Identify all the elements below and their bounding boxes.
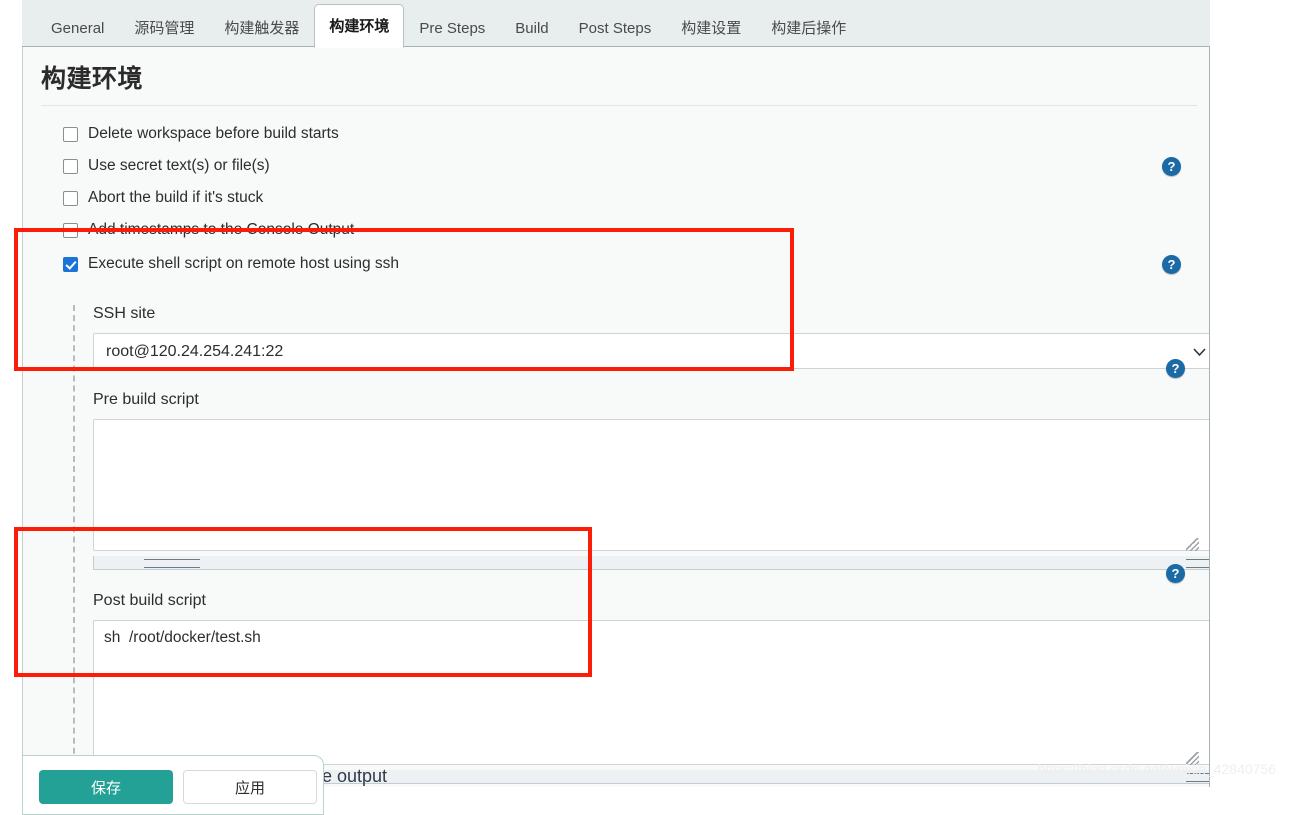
tab-post-steps[interactable]: Post Steps bbox=[564, 8, 667, 48]
checkbox-abort-stuck-build[interactable] bbox=[63, 190, 78, 206]
option-label-execute-shell-ssh: Execute shell script on remote host usin… bbox=[88, 255, 400, 272]
option-row-abort-stuck-build[interactable]: Abort the build if it's stuck bbox=[23, 182, 1209, 214]
tab-list: General 源码管理 构建触发器 构建环境 Pre Steps Build … bbox=[22, 0, 1210, 48]
help-icon-execute-shell-ssh[interactable]: ? bbox=[1162, 254, 1181, 274]
tab-build-environment[interactable]: 构建环境 bbox=[314, 4, 405, 48]
build-environment-options: Delete workspace before build starts Use… bbox=[23, 118, 1209, 282]
page-title: 构建环境 bbox=[41, 65, 144, 93]
option-label-abort-stuck-build: Abort the build if it's stuck bbox=[88, 189, 264, 206]
tab-build[interactable]: Build bbox=[500, 8, 563, 48]
pre-build-script-wrapper bbox=[93, 419, 1209, 556]
option-row-add-timestamps[interactable]: Add timestamps to the Console Output bbox=[23, 214, 1209, 246]
post-build-script-label: Post build script bbox=[93, 592, 206, 609]
build-environment-panel: 构建环境 Delete workspace before build start… bbox=[22, 47, 1210, 787]
tab-post-build-actions[interactable]: 构建后操作 bbox=[756, 8, 861, 48]
occluded-console-output-label: e output bbox=[322, 766, 388, 786]
title-divider bbox=[41, 105, 1197, 106]
pre-build-script-label: Pre build script bbox=[93, 391, 199, 408]
option-label-add-timestamps: Add timestamps to the Console Output bbox=[88, 221, 355, 238]
tab-bar: General 源码管理 构建触发器 构建环境 Pre Steps Build … bbox=[22, 0, 1210, 48]
ssh-config-block: SSH site root@120.24.254.241:22 Pre buil… bbox=[73, 305, 1209, 784]
tab-source-management[interactable]: 源码管理 bbox=[119, 8, 209, 48]
checkbox-execute-shell-ssh[interactable] bbox=[63, 256, 78, 272]
option-label-use-secret-text: Use secret text(s) or file(s) bbox=[88, 157, 270, 174]
help-icon-post-build-script[interactable]: ? bbox=[1166, 564, 1185, 583]
post-build-script-wrapper: sh /root/docker/test.sh bbox=[93, 620, 1209, 770]
csdn-watermark: https://blog.csdn.net/weixin_42840756 bbox=[1037, 761, 1276, 777]
tab-pre-steps[interactable]: Pre Steps bbox=[404, 8, 500, 48]
ssh-site-select[interactable]: root@120.24.254.241:22 bbox=[93, 333, 1209, 369]
floating-save-bar: 保存 应用 bbox=[22, 755, 324, 815]
apply-button[interactable]: 应用 bbox=[183, 770, 317, 804]
checkbox-delete-workspace[interactable] bbox=[63, 126, 78, 142]
tab-build-settings[interactable]: 构建设置 bbox=[666, 8, 756, 48]
ssh-site-label: SSH site bbox=[93, 305, 156, 322]
pre-build-scroll-end[interactable] bbox=[1186, 559, 1209, 568]
option-row-delete-workspace[interactable]: Delete workspace before build starts bbox=[23, 118, 1209, 150]
checkbox-add-timestamps[interactable] bbox=[63, 222, 78, 238]
tab-build-triggers[interactable]: 构建触发器 bbox=[209, 8, 314, 48]
post-build-script-textarea[interactable]: sh /root/docker/test.sh bbox=[93, 620, 1209, 765]
ssh-site-select-wrapper: root@120.24.254.241:22 bbox=[93, 333, 1209, 369]
option-row-execute-shell-ssh[interactable]: Execute shell script on remote host usin… bbox=[23, 246, 1209, 282]
tab-general[interactable]: General bbox=[36, 8, 119, 48]
option-row-use-secret-text[interactable]: Use secret text(s) or file(s) ? bbox=[23, 150, 1209, 182]
pre-build-script-textarea[interactable] bbox=[93, 419, 1209, 551]
save-button[interactable]: 保存 bbox=[39, 770, 173, 804]
help-icon-pre-build-script[interactable]: ? bbox=[1166, 359, 1185, 378]
pre-build-scroll-thumb[interactable] bbox=[144, 559, 200, 568]
option-label-delete-workspace: Delete workspace before build starts bbox=[88, 125, 339, 142]
pre-build-script-hscrollbar[interactable] bbox=[93, 556, 1209, 570]
checkbox-use-secret-text[interactable] bbox=[63, 158, 78, 174]
help-icon-use-secret-text[interactable]: ? bbox=[1162, 156, 1181, 176]
